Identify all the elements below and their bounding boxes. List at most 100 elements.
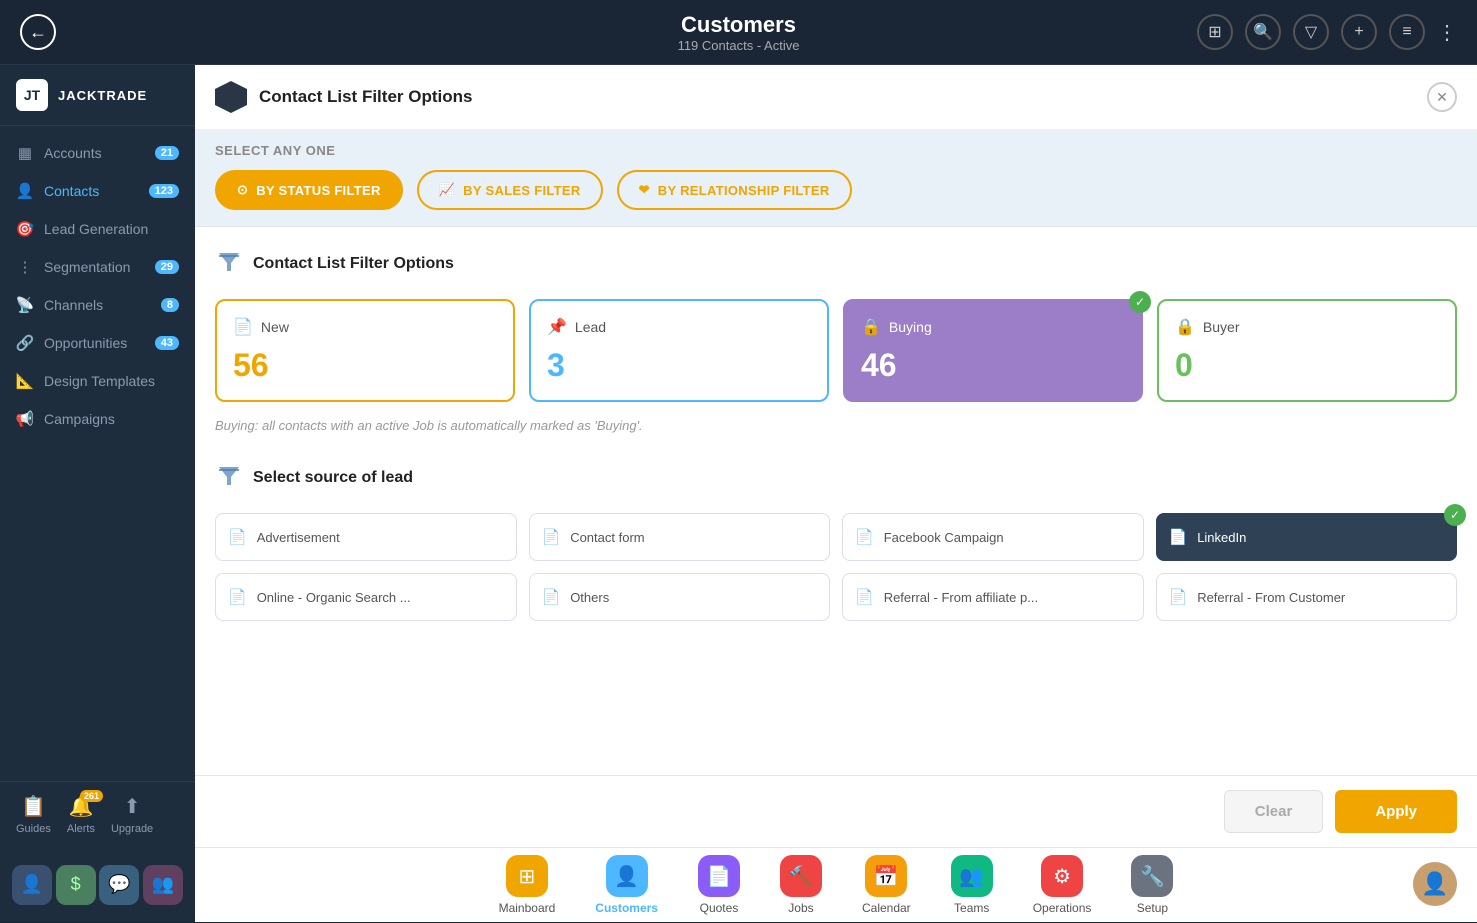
sidebar-item-design-templates[interactable]: 📐 Design Templates <box>0 362 195 400</box>
upgrade-button[interactable]: ⬆ Upgrade <box>111 794 153 835</box>
sales-filter-label: BY SALES FILTER <box>463 183 580 198</box>
sidebar-item-contacts[interactable]: 👤 Contacts 123 <box>0 172 195 210</box>
card-top-new: 📄 New <box>233 317 497 337</box>
apply-button[interactable]: Apply <box>1335 790 1457 833</box>
filter-icon[interactable]: ▽ <box>1293 14 1329 50</box>
sidebar-item-accounts[interactable]: ▦ Accounts 21 <box>0 134 195 172</box>
nav-item-setup[interactable]: 🔧 Setup <box>1111 847 1193 923</box>
buying-check-badge: ✓ <box>1129 291 1151 313</box>
status-card-new[interactable]: 📄 New 56 <box>215 299 515 402</box>
user-avatar[interactable]: 👤 <box>1413 862 1457 906</box>
scroll-content: Contact List Filter Options 📄 New 56 📌 L… <box>195 227 1477 775</box>
close-button[interactable]: ✕ <box>1427 82 1457 112</box>
bottom-nav-bar: 👤 $ 💬 👥 ⊞ Mainboard 👤 Customers 📄 Quotes… <box>0 847 1477 922</box>
add-icon[interactable]: + <box>1341 14 1377 50</box>
nav-item-jobs[interactable]: 🔨 Jobs <box>760 847 842 923</box>
sidebar-item-opportunities[interactable]: 🔗 Opportunities 43 <box>0 324 195 362</box>
sidebar-label-accounts: Accounts <box>44 145 145 161</box>
sales-filter-button[interactable]: 📈 BY SALES FILTER <box>417 170 603 210</box>
accounts-icon: ▦ <box>16 144 34 162</box>
nav-item-operations[interactable]: ⚙ Operations <box>1013 847 1112 923</box>
list-icon[interactable]: ≡ <box>1389 14 1425 50</box>
teams-label: Teams <box>954 901 989 915</box>
sidebar-label-opportunities: Opportunities <box>44 335 145 351</box>
referral-customer-label: Referral - From Customer <box>1197 590 1345 605</box>
lead-card-label: Lead <box>575 319 606 335</box>
more-options-icon[interactable]: ⋮ <box>1437 20 1457 45</box>
content-area: Contact List Filter Options ✕ SELECT ANY… <box>195 65 1477 847</box>
keyboard-icon[interactable]: ⊞ <box>1197 14 1233 50</box>
relationship-filter-button[interactable]: ❤ BY RELATIONSHIP FILTER <box>617 170 852 210</box>
alerts-button[interactable]: 🔔 261 Alerts <box>67 794 95 835</box>
sidebar-logo: JT JACKTRADE <box>0 65 195 126</box>
quotes-label: Quotes <box>700 901 739 915</box>
guides-button[interactable]: 📋 Guides <box>16 794 51 835</box>
buyer-card-value: 0 <box>1175 347 1439 384</box>
sidebar-item-lead-generation[interactable]: 🎯 Lead Generation <box>0 210 195 248</box>
facebook-icon: 📄 <box>855 528 874 546</box>
linkedin-icon: 📄 <box>1169 528 1188 546</box>
back-button[interactable]: ← <box>20 14 56 50</box>
status-filter-button[interactable]: ⊙ BY STATUS FILTER <box>215 170 403 210</box>
calendar-label: Calendar <box>862 901 911 915</box>
bottom-left-icon-3[interactable]: 💬 <box>99 865 139 905</box>
bottom-left-icon-2[interactable]: $ <box>56 865 96 905</box>
status-card-buyer[interactable]: 🔒 Buyer 0 <box>1157 299 1457 402</box>
sidebar-item-segmentation[interactable]: ⋮ Segmentation 29 <box>0 248 195 286</box>
upgrade-icon: ⬆ <box>124 794 141 819</box>
nav-item-customers[interactable]: 👤 Customers <box>575 847 678 923</box>
bottom-left-icons: 👤 $ 💬 👥 <box>0 847 195 922</box>
linkedin-label: LinkedIn <box>1197 530 1246 545</box>
new-card-value: 56 <box>233 347 497 384</box>
card-top-lead: 📌 Lead <box>547 317 811 337</box>
nav-item-mainboard[interactable]: ⊞ Mainboard <box>479 847 576 923</box>
filter-panel-header: Contact List Filter Options ✕ <box>195 65 1477 129</box>
status-cards: 📄 New 56 📌 Lead 3 ✓ 🔒 <box>215 299 1457 402</box>
logo-icon: JT <box>16 79 48 111</box>
sidebar-label-channels: Channels <box>44 297 151 313</box>
source-card-referral-affiliate[interactable]: 📄 Referral - From affiliate p... <box>842 573 1144 621</box>
alerts-badge: 261 <box>80 790 103 802</box>
sidebar: JT JACKTRADE ▦ Accounts 21 👤 Contacts 12… <box>0 65 195 847</box>
buying-card-value: 46 <box>861 347 1125 384</box>
sidebar-label-campaigns: Campaigns <box>44 411 179 427</box>
source-section-title: Select source of lead <box>253 469 413 487</box>
header-icons: ⊞ 🔍 ▽ + ≡ ⋮ <box>1197 14 1457 50</box>
bottom-left-icon-1[interactable]: 👤 <box>12 865 52 905</box>
source-card-linkedin[interactable]: ✓ 📄 LinkedIn <box>1156 513 1458 561</box>
upgrade-label: Upgrade <box>111 823 153 835</box>
status-card-lead[interactable]: 📌 Lead 3 <box>529 299 829 402</box>
status-card-buying[interactable]: ✓ 🔒 Buying 46 <box>843 299 1143 402</box>
filter-type-buttons: ⊙ BY STATUS FILTER 📈 BY SALES FILTER ❤ B… <box>215 170 1457 210</box>
source-card-advertisement[interactable]: 📄 Advertisement <box>215 513 517 561</box>
nav-item-quotes[interactable]: 📄 Quotes <box>678 847 760 923</box>
source-section-header: Select source of lead <box>215 461 1457 495</box>
status-section-header: Contact List Filter Options <box>215 247 1457 281</box>
main-layout: JT JACKTRADE ▦ Accounts 21 👤 Contacts 12… <box>0 65 1477 847</box>
source-card-organic[interactable]: 📄 Online - Organic Search ... <box>215 573 517 621</box>
source-card-others[interactable]: 📄 Others <box>529 573 831 621</box>
sidebar-item-campaigns[interactable]: 📢 Campaigns <box>0 400 195 438</box>
source-card-contact-form[interactable]: 📄 Contact form <box>529 513 831 561</box>
sidebar-label-design-templates: Design Templates <box>44 373 179 389</box>
nav-item-teams[interactable]: 👥 Teams <box>931 847 1013 923</box>
sidebar-item-channels[interactable]: 📡 Channels 8 <box>0 286 195 324</box>
contact-form-icon: 📄 <box>542 528 561 546</box>
design-templates-icon: 📐 <box>16 372 34 390</box>
contact-form-label: Contact form <box>570 530 644 545</box>
sidebar-label-lead-gen: Lead Generation <box>44 221 179 237</box>
search-icon[interactable]: 🔍 <box>1245 14 1281 50</box>
organic-icon: 📄 <box>228 588 247 606</box>
source-card-referral-customer[interactable]: 📄 Referral - From Customer <box>1156 573 1458 621</box>
organic-label: Online - Organic Search ... <box>257 590 411 605</box>
source-card-facebook[interactable]: 📄 Facebook Campaign <box>842 513 1144 561</box>
card-top-buying: 🔒 Buying <box>861 317 1125 337</box>
clear-button[interactable]: Clear <box>1224 790 1324 833</box>
jobs-label: Jobs <box>788 901 813 915</box>
bottom-left-icon-4[interactable]: 👥 <box>143 865 183 905</box>
nav-item-calendar[interactable]: 📅 Calendar <box>842 847 931 923</box>
filter-funnel-icon-1 <box>215 247 243 281</box>
new-card-label: New <box>261 319 289 335</box>
hex-icon <box>215 81 247 113</box>
channels-badge: 8 <box>161 298 179 312</box>
